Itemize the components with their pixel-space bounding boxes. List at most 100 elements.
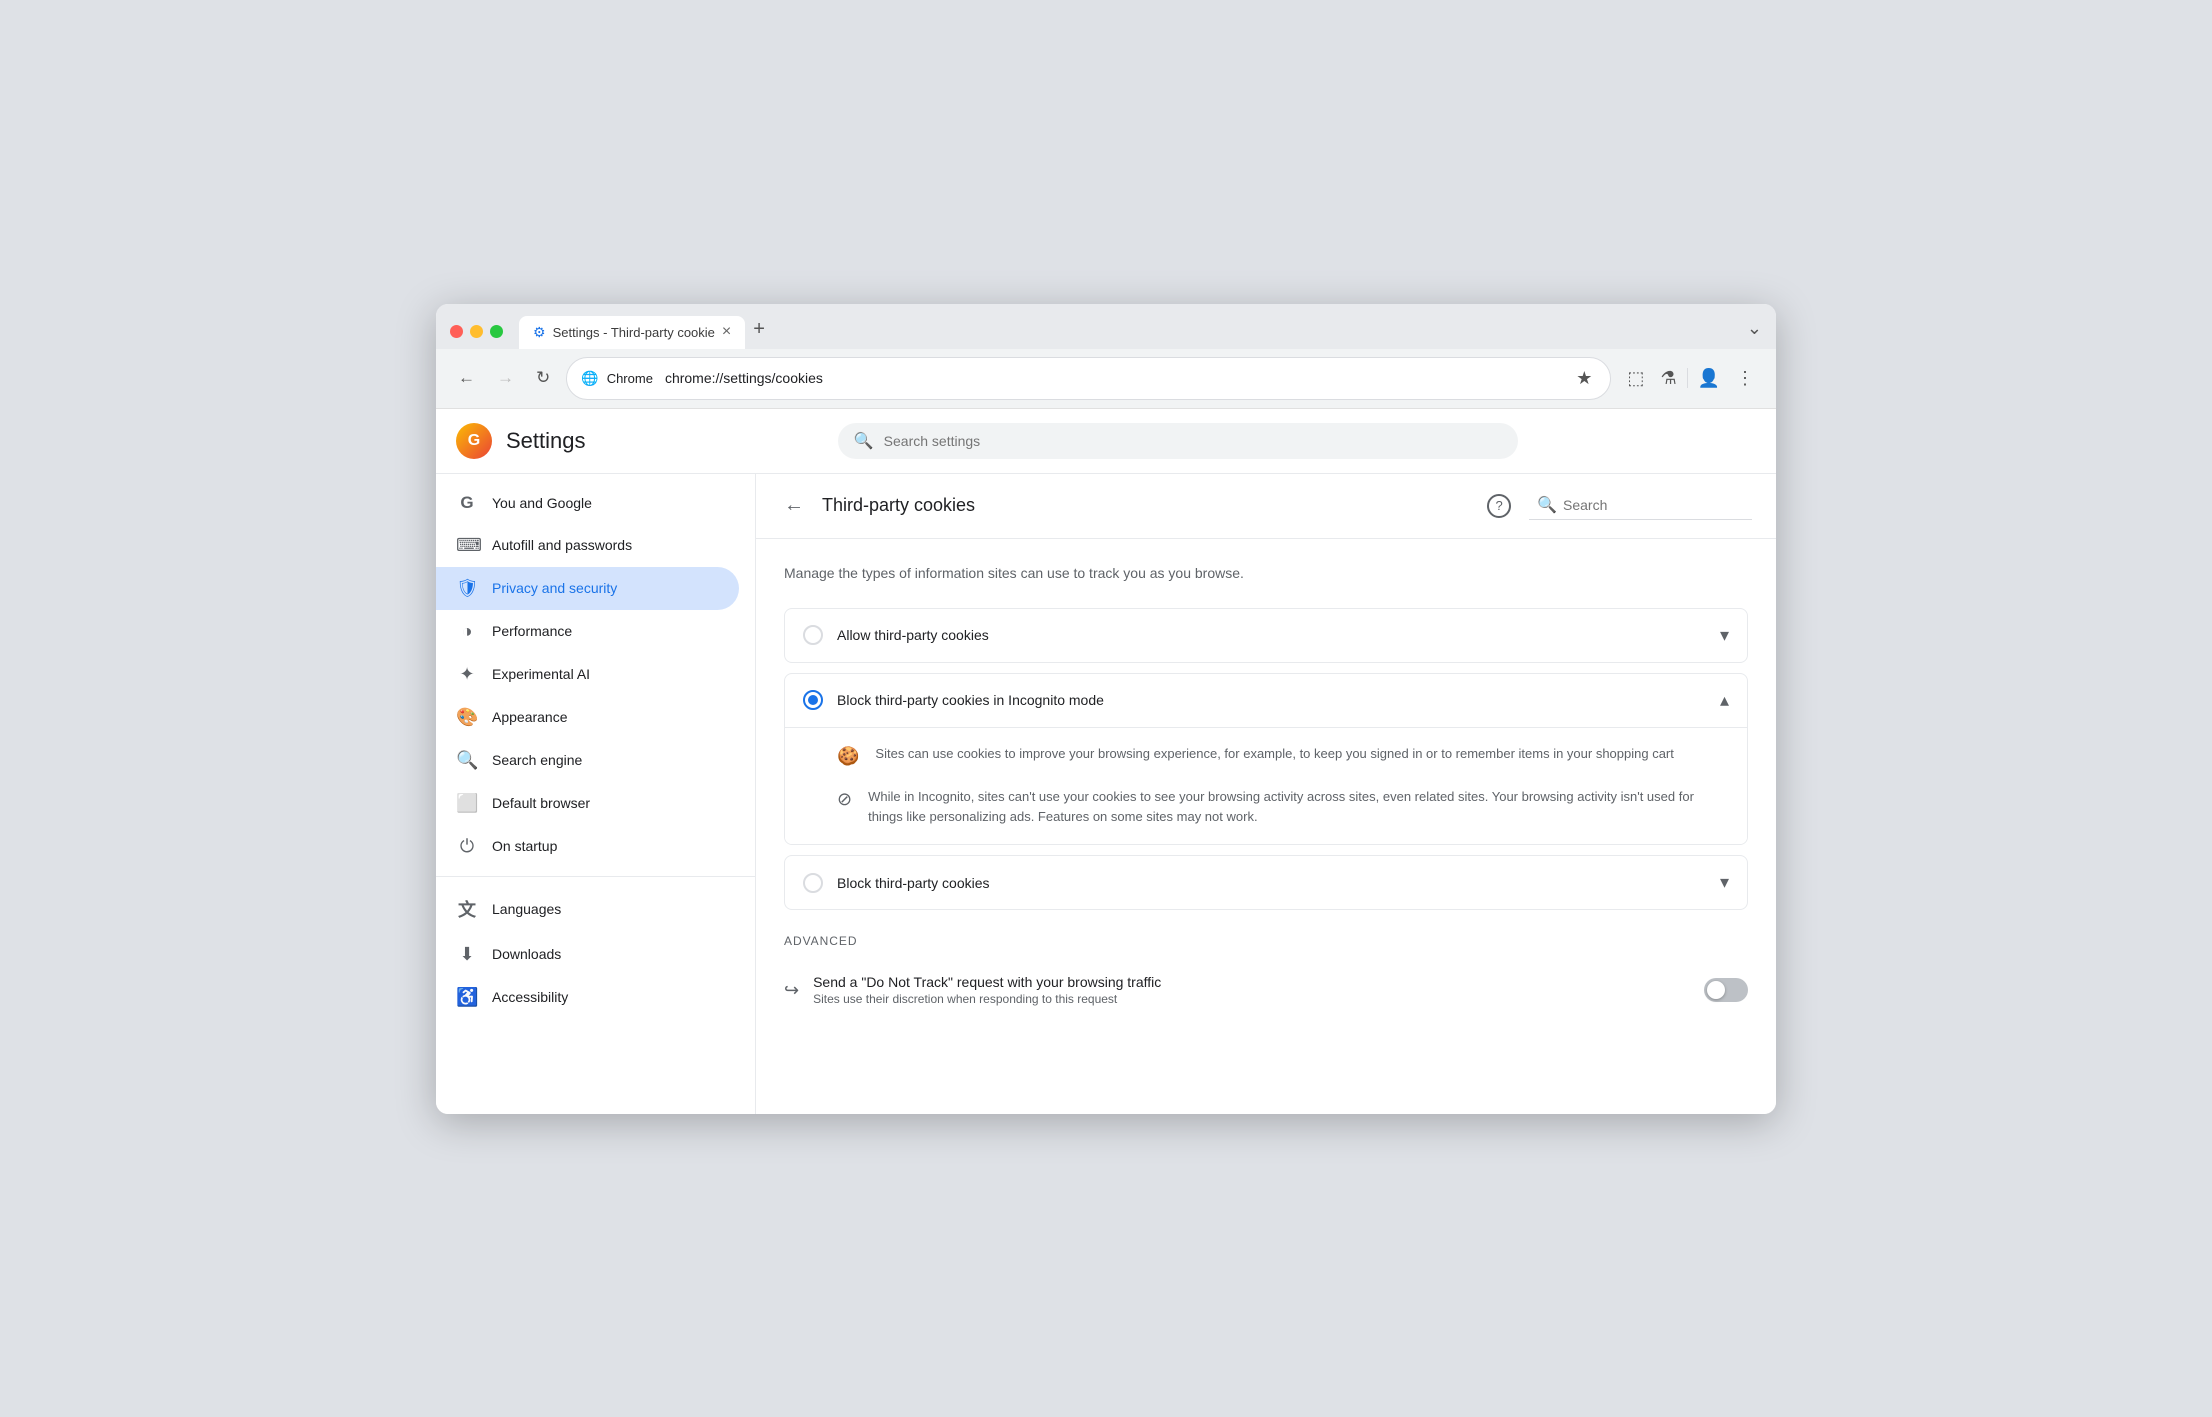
minimize-traffic-light[interactable] <box>470 325 483 338</box>
sidebar-item-languages[interactable]: 文 Languages <box>436 885 739 933</box>
sidebar: G You and Google ⌨ Autofill and password… <box>436 474 756 1114</box>
radio-allow[interactable] <box>803 625 823 645</box>
extensions-button[interactable]: ⬚ <box>1621 362 1650 395</box>
toggle-row-dnt: ↪ Send a "Do Not Track" request with you… <box>784 960 1748 1020</box>
sidebar-item-appearance[interactable]: 🎨 Appearance <box>436 696 739 739</box>
sidebar-item-performance[interactable]: ◑ Performance <box>436 610 739 653</box>
settings-search-input[interactable] <box>884 433 1502 449</box>
expanded-text-1: Sites can use cookies to improve your br… <box>875 744 1673 765</box>
maximize-traffic-light[interactable] <box>490 325 503 338</box>
expanded-item-1: 🍪 Sites can use cookies to improve your … <box>837 744 1729 767</box>
sidebar-item-on-startup[interactable]: ⏻ On startup <box>436 825 739 868</box>
expanded-item-2: ⊘ While in Incognito, sites can't use yo… <box>837 787 1729 829</box>
experimental-ai-icon: ✦ <box>456 664 478 685</box>
chevron-allow[interactable]: ▾ <box>1720 625 1729 646</box>
bookmark-button[interactable]: ★ <box>1572 364 1596 393</box>
window-dropdown[interactable]: ⌄ <box>1747 318 1762 345</box>
autofill-icon: ⌨ <box>456 535 478 556</box>
sidebar-item-default-browser[interactable]: ⬜ Default browser <box>436 782 739 825</box>
tab-bar: ⚙ Settings - Third-party cookie × + <box>519 314 1737 349</box>
description-text: Manage the types of information sites ca… <box>784 563 1748 584</box>
browser-window: ⚙ Settings - Third-party cookie × + ⌄ ← … <box>436 304 1776 1114</box>
downloads-icon: ⬇ <box>456 944 478 965</box>
profile-button[interactable]: 👤 <box>1692 362 1726 395</box>
content-scroll: Manage the types of information sites ca… <box>756 539 1776 1114</box>
option-label-allow: Allow third-party cookies <box>837 627 1706 643</box>
sidebar-label-experimental-ai: Experimental AI <box>492 666 590 682</box>
traffic-lights <box>450 325 503 338</box>
sidebar-label-downloads: Downloads <box>492 946 561 962</box>
option-card-block: Block third-party cookies ▾ <box>784 855 1748 910</box>
sidebar-divider <box>436 876 755 877</box>
toggle-main-text: Send a "Do Not Track" request with your … <box>813 974 1690 990</box>
settings-header: G Settings 🔍 <box>436 409 1776 474</box>
settings-search-bar[interactable]: 🔍 <box>838 423 1518 459</box>
url-actions: ★ <box>1572 364 1596 393</box>
back-button[interactable]: ← <box>452 364 481 392</box>
header-actions: ⬚ ⚗ 👤 ⋮ <box>1621 362 1760 395</box>
sidebar-item-search-engine[interactable]: 🔍 Search engine <box>436 739 739 782</box>
chrome-logo-icon: 🌐 <box>581 370 598 387</box>
reload-button[interactable]: ↻ <box>530 364 556 392</box>
labs-button[interactable]: ⚗ <box>1654 362 1682 395</box>
radio-block[interactable] <box>803 873 823 893</box>
sidebar-item-privacy-security[interactable]: 🛡 Privacy and security <box>436 567 739 610</box>
settings-logo: G <box>456 423 492 459</box>
header-divider <box>1687 368 1688 388</box>
languages-icon: 文 <box>456 896 478 922</box>
sidebar-item-autofill[interactable]: ⌨ Autofill and passwords <box>436 524 739 567</box>
sidebar-label-accessibility: Accessibility <box>492 989 568 1005</box>
url-text: chrome://settings/cookies <box>665 370 1564 386</box>
option-expanded-block-incognito: 🍪 Sites can use cookies to improve your … <box>785 727 1747 845</box>
you-and-google-icon: G <box>456 493 478 513</box>
radio-block-incognito[interactable] <box>803 690 823 710</box>
appearance-icon: 🎨 <box>456 707 478 728</box>
performance-icon: ◑ <box>456 621 478 642</box>
tab-close-button[interactable]: × <box>722 324 731 340</box>
search-engine-icon: 🔍 <box>456 750 478 771</box>
settings-search-icon: 🔍 <box>854 431 874 451</box>
sidebar-item-accessibility[interactable]: ♿ Accessibility <box>436 976 739 1019</box>
chevron-block[interactable]: ▾ <box>1720 872 1729 893</box>
expanded-text-2: While in Incognito, sites can't use your… <box>868 787 1729 829</box>
new-tab-button[interactable]: + <box>745 314 773 345</box>
sidebar-item-downloads[interactable]: ⬇ Downloads <box>436 933 739 976</box>
page-back-button[interactable]: ← <box>780 490 808 521</box>
sidebar-item-experimental-ai[interactable]: ✦ Experimental AI <box>436 653 739 696</box>
block-icon: ⊘ <box>837 789 852 810</box>
url-bar[interactable]: 🌐 Chrome chrome://settings/cookies ★ <box>566 357 1611 400</box>
sidebar-label-appearance: Appearance <box>492 709 568 725</box>
chevron-block-incognito[interactable]: ▴ <box>1720 690 1729 711</box>
default-browser-icon: ⬜ <box>456 793 478 814</box>
advanced-section: Advanced ↪ Send a "Do Not Track" request… <box>784 934 1748 1020</box>
page-search-input[interactable] <box>1563 497 1744 513</box>
forward-button[interactable]: → <box>491 364 520 392</box>
title-bar: ⚙ Settings - Third-party cookie × + ⌄ <box>436 304 1776 349</box>
option-row-block-incognito[interactable]: Block third-party cookies in Incognito m… <box>785 674 1747 727</box>
settings-title: Settings <box>506 428 586 454</box>
toggle-knob <box>1707 981 1725 999</box>
toggle-sub-text: Sites use their discretion when respondi… <box>813 992 1690 1006</box>
radio-selected-dot <box>808 695 818 705</box>
tab-title: Settings - Third-party cookie <box>553 325 715 340</box>
help-button[interactable]: ? <box>1483 490 1515 522</box>
active-tab[interactable]: ⚙ Settings - Third-party cookie × <box>519 316 745 349</box>
option-row-allow[interactable]: Allow third-party cookies ▾ <box>785 609 1747 662</box>
main-content: G You and Google ⌨ Autofill and password… <box>436 474 1776 1114</box>
sidebar-item-you-and-google[interactable]: G You and Google <box>436 482 739 524</box>
menu-button[interactable]: ⋮ <box>1730 362 1760 395</box>
address-bar: ← → ↻ 🌐 Chrome chrome://settings/cookies… <box>436 349 1776 409</box>
option-row-block[interactable]: Block third-party cookies ▾ <box>785 856 1747 909</box>
url-site-label: Chrome <box>607 371 653 386</box>
sidebar-label-default-browser: Default browser <box>492 795 590 811</box>
help-icon: ? <box>1487 494 1511 518</box>
sidebar-label-you-and-google: You and Google <box>492 495 592 511</box>
cookie-icon: 🍪 <box>837 746 859 767</box>
close-traffic-light[interactable] <box>450 325 463 338</box>
dnt-toggle-switch[interactable] <box>1704 978 1748 1002</box>
toggle-text-dnt: Send a "Do Not Track" request with your … <box>813 974 1690 1006</box>
option-label-block: Block third-party cookies <box>837 875 1706 891</box>
sidebar-label-performance: Performance <box>492 623 572 639</box>
sidebar-label-languages: Languages <box>492 901 561 917</box>
advanced-label: Advanced <box>784 934 1748 948</box>
